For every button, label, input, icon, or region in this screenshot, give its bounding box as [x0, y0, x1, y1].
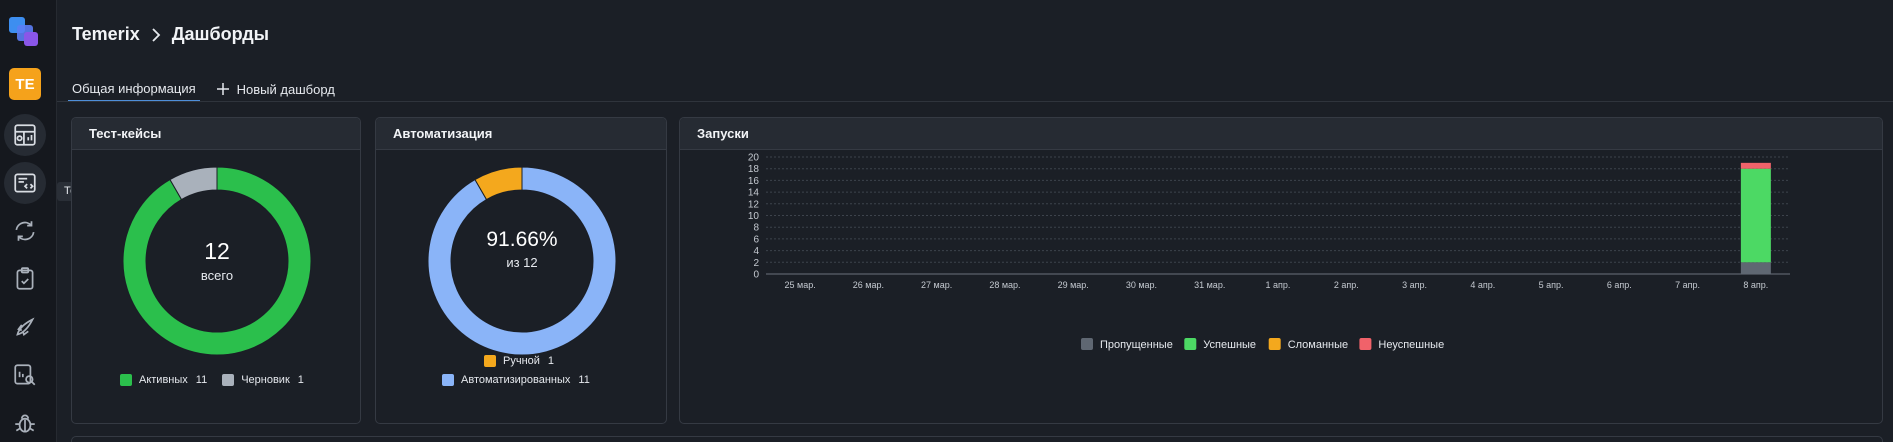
legend-label: Пропущенные	[1100, 339, 1173, 351]
bar-segment[interactable]	[1740, 162, 1771, 169]
nav-launches[interactable]	[4, 306, 46, 348]
nav-sync[interactable]	[4, 210, 46, 252]
y-tick-label: 2	[753, 258, 759, 269]
automation-panel: Автоматизация 91.66% из 12 Ручной 1 Авто…	[375, 117, 667, 424]
y-tick-label: 18	[748, 164, 760, 175]
x-tick-label: 1 апр.	[1266, 280, 1291, 290]
x-tick-label: 28 мар.	[989, 280, 1020, 290]
legend-automated: Автоматизированных 11	[442, 374, 605, 386]
legend-item[interactable]: Активных 11	[120, 374, 207, 386]
automation-percent: 91.66%	[486, 228, 558, 251]
x-tick-label: 30 мар.	[1126, 280, 1157, 290]
x-tick-label: 3 апр.	[1402, 280, 1427, 290]
panel-title: Тест-кейсы	[72, 118, 360, 150]
x-tick-label: 26 мар.	[853, 280, 884, 290]
legend-swatch	[222, 374, 235, 386]
x-tick-label: 7 апр.	[1675, 280, 1700, 290]
bar-segment[interactable]	[1740, 168, 1771, 263]
y-tick-label: 14	[748, 188, 760, 199]
legend-item[interactable]: Неуспешные	[1359, 338, 1444, 351]
legend-item[interactable]: Успешные	[1184, 338, 1256, 351]
legend-item[interactable]: Пропущенные	[1081, 338, 1173, 351]
new-dashboard-button[interactable]: Новый дашборд	[216, 76, 335, 102]
report-search-icon	[14, 364, 36, 386]
y-tick-label: 6	[753, 234, 759, 245]
launches-panel: Запуски 0 2 4 6 8 10 12 14 16 18 20 25 мар. 26 мар. 2…	[679, 117, 1883, 424]
total-count: 12	[204, 238, 230, 264]
total-label: всего	[200, 268, 234, 283]
breadcrumb-app[interactable]: Temerix	[72, 24, 140, 45]
breadcrumb: Temerix Дашборды	[72, 24, 269, 45]
next-panel-edge	[71, 436, 1883, 442]
legend-value: 1	[547, 355, 555, 367]
bar-segment[interactable]	[1740, 262, 1771, 274]
y-tick-label: 0	[753, 270, 759, 281]
x-tick-label: 8 апр.	[1743, 280, 1768, 290]
legend-swatch	[442, 374, 454, 386]
avatar[interactable]: TE	[9, 68, 41, 100]
legend-swatch	[1268, 338, 1281, 350]
chevron-right-icon	[152, 27, 160, 42]
legend-value: 11	[578, 374, 590, 386]
x-tick-label: 2 апр.	[1334, 280, 1359, 290]
automation-of-label: из 12	[506, 255, 538, 270]
new-dashboard-label: Новый дашборд	[236, 81, 335, 97]
legend-label: Сломанные	[1288, 339, 1348, 351]
x-tick-label: 27 мар.	[921, 280, 952, 290]
x-tick-label: 6 апр.	[1607, 280, 1632, 290]
legend-item[interactable]: Автоматизированных 11	[442, 374, 590, 386]
legend-swatch	[1081, 338, 1093, 350]
panel-title: Автоматизация	[376, 118, 666, 150]
legend-label: Черновик	[241, 374, 290, 386]
legend-swatch	[120, 374, 132, 386]
x-tick-label: 31 мар.	[1194, 280, 1225, 290]
legend-value: 1	[297, 374, 304, 386]
legend: Активных 11 Черновик 1	[120, 374, 319, 386]
legend-value: 11	[195, 374, 208, 386]
legend-label: Автоматизированных	[461, 374, 571, 386]
rocket-icon	[16, 317, 35, 336]
legend-label: Ручной	[503, 355, 540, 367]
app-logo-icon[interactable]	[7, 13, 43, 49]
y-tick-label: 10	[748, 211, 760, 222]
nav-test-cases[interactable]	[4, 162, 46, 204]
legend-label: Активных	[139, 374, 188, 386]
legend-item[interactable]: Ручной 1	[484, 355, 554, 367]
legend-swatch	[1359, 338, 1372, 350]
nav-bugs[interactable]	[4, 402, 46, 442]
legend-manual: Ручной 1	[484, 355, 569, 367]
clipboard-check-icon	[16, 267, 34, 290]
sidebar: TE	[0, 0, 57, 442]
dashboard-icon	[14, 124, 36, 146]
nav-reports[interactable]	[4, 354, 46, 396]
tab-bar: Общая информация Новый дашборд	[68, 76, 335, 102]
y-tick-label: 8	[753, 223, 759, 234]
nav-clipboard[interactable]	[4, 258, 46, 300]
tabs-divider	[57, 101, 1893, 102]
legend-swatch	[1184, 338, 1197, 350]
test-cases-panel: Тест-кейсы 12 всего Активных 11 Черновик…	[71, 117, 361, 424]
sync-icon	[15, 221, 35, 241]
nav-dashboard[interactable]	[4, 114, 46, 156]
legend-swatch	[484, 355, 496, 367]
tab-overview[interactable]: Общая информация	[68, 76, 200, 102]
y-tick-label: 20	[748, 153, 760, 164]
x-tick-label: 4 апр.	[1470, 280, 1495, 290]
plus-icon	[216, 83, 229, 95]
x-tick-label: 5 апр.	[1539, 280, 1564, 290]
legend-item[interactable]: Сломанные	[1268, 338, 1348, 351]
panel-title: Запуски	[680, 118, 1882, 150]
y-tick-label: 12	[748, 199, 760, 210]
y-tick-label: 16	[748, 176, 760, 187]
y-tick-label: 4	[753, 246, 759, 257]
launches-bar-chart: 02468101214161820 25 мар. 26 мар. 27 мар. 28…	[748, 153, 1790, 351]
legend-label: Успешные	[1203, 339, 1256, 351]
page-title: Дашборды	[171, 24, 269, 44]
bug-icon	[15, 414, 35, 433]
x-tick-label: 25 мар.	[785, 280, 816, 290]
test-cases-icon	[14, 173, 36, 193]
x-tick-label: 29 мар.	[1058, 280, 1089, 290]
legend-label: Неуспешные	[1378, 339, 1444, 351]
legend-item[interactable]: Черновик 1	[222, 374, 304, 386]
